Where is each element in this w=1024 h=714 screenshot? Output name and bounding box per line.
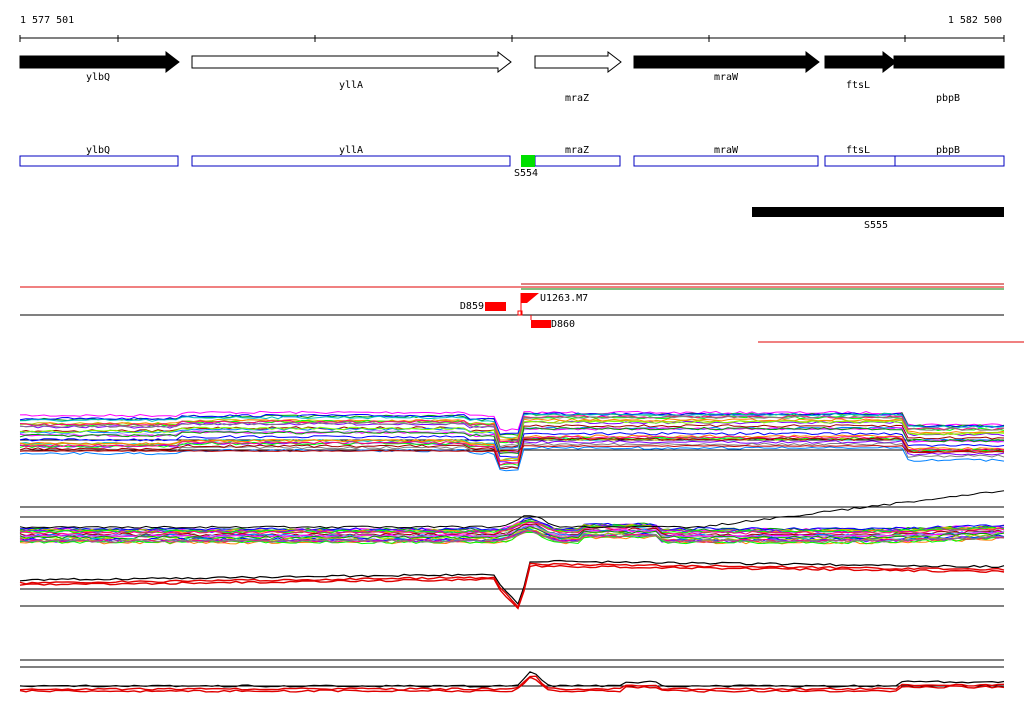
panel-3-trace-red bbox=[19, 564, 1005, 610]
expression-panel-1 bbox=[19, 410, 1005, 472]
feature-s554-box[interactable] bbox=[521, 155, 535, 167]
feature-s555-bar[interactable] bbox=[752, 207, 1004, 217]
gene-arrow-mraw[interactable] bbox=[633, 50, 820, 74]
feature-s555-track: S555 bbox=[752, 207, 1004, 231]
gene-arrow-ftsl[interactable] bbox=[824, 50, 897, 74]
cds-box-pbpb[interactable] bbox=[894, 155, 1005, 167]
marker-u1263-label: U1263.M7 bbox=[540, 293, 588, 304]
feature-s554-label: S554 bbox=[514, 168, 538, 179]
cds-box-ylbq[interactable] bbox=[19, 155, 179, 167]
panel-4-trace-black bbox=[19, 671, 1005, 688]
gene-label-mraw: mraW bbox=[714, 72, 739, 83]
gene-arrow-track: ylbQ yllA mraZ mraW ftsL pbpB bbox=[19, 50, 1005, 104]
cds-label-ylla: yllA bbox=[339, 145, 363, 156]
marker-d859[interactable] bbox=[485, 302, 506, 311]
cds-label-ylbq: ylbQ bbox=[86, 145, 110, 156]
gene-label-pbpb: pbpB bbox=[936, 93, 960, 104]
expression-panel-2 bbox=[19, 490, 1005, 545]
gene-label-ftsl: ftsL bbox=[846, 80, 870, 91]
cds-box-mraz[interactable] bbox=[534, 155, 621, 167]
cds-label-mraz: mraZ bbox=[565, 145, 589, 156]
cds-box-track: ylbQ yllA mraZ mraW ftsL pbpB S554 bbox=[19, 145, 1005, 179]
cds-box-ftsl[interactable] bbox=[824, 155, 896, 167]
marker-d860-label: D860 bbox=[551, 319, 575, 330]
gene-arrow-ylbq[interactable] bbox=[19, 50, 180, 74]
genome-track-canvas: 1 577 501 1 582 500 ylbQ yllA mraZ mraW … bbox=[19, 15, 1024, 693]
gene-label-ylla: yllA bbox=[339, 80, 363, 91]
marker-d859-label: D859 bbox=[460, 301, 484, 312]
expression-panel-3 bbox=[19, 559, 1005, 610]
gene-label-mraz: mraZ bbox=[565, 93, 589, 104]
cds-label-ftsl: ftsL bbox=[846, 145, 870, 156]
cds-box-ylla[interactable] bbox=[191, 155, 511, 167]
cds-label-pbpb: pbpB bbox=[936, 145, 960, 156]
gene-arrow-pbpb[interactable] bbox=[893, 55, 1005, 69]
cds-box-mraw[interactable] bbox=[633, 155, 819, 167]
cds-label-mraw: mraW bbox=[714, 145, 739, 156]
panel-3-trace-black bbox=[19, 559, 1005, 606]
feature-s555-label: S555 bbox=[864, 220, 888, 231]
marker-d860[interactable] bbox=[531, 320, 551, 328]
genome-browser-view: 1 577 501 1 582 500 ylbQ yllA mraZ mraW … bbox=[0, 0, 1024, 714]
end-coordinate: 1 582 500 bbox=[948, 15, 1002, 26]
marker-track: D859 U1263.M7 D860 bbox=[20, 283, 1024, 343]
panel-4-trace-red bbox=[19, 675, 1005, 691]
panel-4-trace-red bbox=[19, 676, 1005, 693]
gene-arrow-mraz[interactable] bbox=[534, 50, 622, 74]
coordinate-ruler: 1 577 501 1 582 500 bbox=[19, 15, 1005, 42]
panel-2-trace-black bbox=[19, 490, 1005, 529]
flag-icon[interactable] bbox=[521, 293, 539, 303]
gene-label-ylbq: ylbQ bbox=[86, 72, 110, 83]
gene-arrow-ylla[interactable] bbox=[191, 50, 512, 74]
start-coordinate: 1 577 501 bbox=[20, 15, 74, 26]
expression-panel-4 bbox=[19, 659, 1005, 693]
